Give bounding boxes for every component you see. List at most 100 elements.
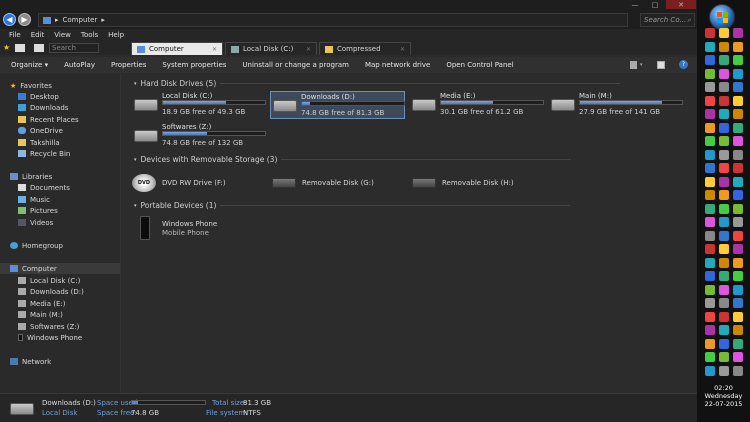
taskbar-app-icon[interactable] (733, 284, 743, 295)
taskbar-app-icon[interactable] (733, 190, 743, 200)
taskbar-app-icon[interactable] (719, 41, 729, 52)
taskbar-app-icon[interactable] (719, 95, 729, 106)
tab-compressed[interactable]: Compressed ✕ (319, 42, 411, 55)
help-icon[interactable]: ? (679, 60, 688, 69)
address-bar[interactable]: ▸ Computer ▸ (38, 13, 628, 27)
removable-disk-item[interactable]: Removable Disk (H:) (412, 174, 514, 192)
taskbar-app-icon[interactable] (733, 217, 743, 227)
taskbar-app-icon[interactable] (719, 325, 729, 335)
quick-search-input[interactable]: Search (49, 43, 99, 53)
drive-item[interactable]: Softwares (Z:) 74.8 GB free of 132 GB (132, 122, 267, 150)
close-tab-icon[interactable]: ✕ (306, 46, 311, 53)
nav-local-disk-c[interactable]: Local Disk (C:) (18, 275, 80, 286)
search-input[interactable]: Search Co... ⌕ (640, 13, 695, 27)
menu-tools[interactable]: Tools (76, 29, 103, 41)
windows-phone-item[interactable]: Windows Phone Mobile Phone (138, 216, 258, 242)
organize-button[interactable]: Organize ▾ (3, 61, 56, 69)
taskbar-app-icon[interactable] (733, 365, 743, 376)
taskbar-app-icon[interactable] (719, 190, 729, 200)
nav-downloads[interactable]: Downloads (18, 102, 68, 113)
taskbar-app-icon[interactable] (719, 284, 729, 295)
nav-recycle-bin[interactable]: Recycle Bin (18, 148, 70, 159)
taskbar-app-icon[interactable] (733, 203, 743, 214)
menu-view[interactable]: View (49, 29, 76, 41)
taskbar-app-icon[interactable] (733, 230, 743, 241)
taskbar-app-icon[interactable] (733, 176, 743, 187)
maximize-button[interactable]: □ (646, 0, 664, 9)
drive-item[interactable]: Media (E:) 30.1 GB free of 61.2 GB (410, 91, 545, 119)
nav-media-e[interactable]: Media (E:) (18, 298, 66, 309)
taskbar-app-icon[interactable] (705, 55, 715, 65)
close-tab-icon[interactable]: ✕ (400, 46, 405, 53)
taskbar-app-icon[interactable] (719, 122, 729, 133)
nav-main-m[interactable]: Main (M:) (18, 309, 63, 320)
taskbar-app-icon[interactable] (705, 122, 715, 133)
map-network-drive-button[interactable]: Map network drive (357, 61, 438, 69)
taskbar-app-icon[interactable] (733, 257, 743, 268)
taskbar-app-icon[interactable] (719, 217, 729, 227)
view-dropdown-icon[interactable]: ▾ (640, 62, 643, 68)
drive-item[interactable]: Local Disk (C:) 18.9 GB free of 49.3 GB (132, 91, 267, 119)
taskbar-app-icon[interactable] (719, 230, 729, 241)
drive-item[interactable]: Main (M:) 27.9 GB free of 141 GB (549, 91, 684, 119)
taskbar-app-icon[interactable] (705, 203, 715, 214)
taskbar-app-icon[interactable] (719, 82, 729, 92)
nav-pictures[interactable]: Pictures (18, 205, 58, 216)
system-properties-button[interactable]: System properties (154, 61, 234, 69)
taskbar-app-icon[interactable] (705, 365, 715, 376)
taskbar-app-icon[interactable] (705, 217, 715, 227)
dvd-drive-item[interactable]: DVD DVD RW Drive (F:) (132, 174, 226, 192)
taskbar-app-icon[interactable] (719, 176, 729, 187)
taskbar-app-icon[interactable] (705, 41, 715, 52)
nav-downloads-d[interactable]: Downloads (D:) (18, 286, 84, 297)
taskbar-app-icon[interactable] (733, 68, 743, 79)
nav-network[interactable]: Network (10, 356, 51, 367)
close-button[interactable]: ✕ (666, 0, 696, 9)
taskbar-app-icon[interactable] (719, 55, 729, 65)
nav-takshilla[interactable]: Takshilla (18, 137, 60, 148)
taskbar-app-icon[interactable] (733, 122, 743, 133)
taskbar-app-icon[interactable] (705, 28, 715, 38)
view-icon[interactable] (630, 61, 637, 69)
taskbar-app-icon[interactable] (705, 82, 715, 92)
taskbar-app-icon[interactable] (705, 352, 715, 362)
back-button[interactable]: ◀ (3, 13, 16, 26)
taskbar-app-icon[interactable] (733, 41, 743, 52)
close-tab-icon[interactable]: ✕ (212, 46, 217, 53)
nav-videos[interactable]: Videos (18, 217, 53, 228)
group-portable-devices[interactable]: ▾ Portable Devices (1) (134, 201, 571, 210)
taskbar-app-icon[interactable] (719, 338, 729, 349)
nav-onedrive[interactable]: OneDrive (18, 125, 63, 136)
taskbar-app-icon[interactable] (705, 284, 715, 295)
taskbar-app-icon[interactable] (705, 68, 715, 79)
taskbar-app-icon[interactable] (705, 311, 715, 322)
taskbar-app-icon[interactable] (719, 149, 729, 160)
taskbar-app-icon[interactable] (719, 271, 729, 281)
nav-favorites[interactable]: ★ Favorites (10, 80, 52, 91)
taskbar-app-icon[interactable] (719, 28, 729, 38)
taskbar-app-icon[interactable] (705, 149, 715, 160)
taskbar-app-icon[interactable] (719, 163, 729, 173)
start-button[interactable] (709, 4, 735, 30)
taskbar-app-icon[interactable] (719, 257, 729, 268)
taskbar-app-icon[interactable] (719, 352, 729, 362)
taskbar-app-icon[interactable] (733, 244, 743, 254)
taskbar-app-icon[interactable] (705, 95, 715, 106)
group-removable-storage[interactable]: ▾ Devices with Removable Storage (3) (134, 155, 572, 164)
taskbar-app-icon[interactable] (733, 149, 743, 160)
nav-windows-phone[interactable]: Windows Phone (18, 332, 82, 343)
taskbar-app-icon[interactable] (733, 28, 743, 38)
taskbar-app-icon[interactable] (705, 298, 715, 308)
taskbar-app-icon[interactable] (705, 338, 715, 349)
taskbar-app-icon[interactable] (719, 365, 729, 376)
open-control-panel-button[interactable]: Open Control Panel (438, 61, 521, 69)
taskbar-app-icon[interactable] (719, 203, 729, 214)
nav-music[interactable]: Music (18, 194, 50, 205)
drive-item[interactable]: Downloads (D:) 74.8 GB free of 81.3 GB (270, 91, 405, 119)
menu-edit[interactable]: Edit (26, 29, 50, 41)
taskbar-app-icon[interactable] (705, 230, 715, 241)
uninstall-button[interactable]: Uninstall or change a program (234, 61, 357, 69)
nav-documents[interactable]: Documents (18, 182, 70, 193)
taskbar-app-icon[interactable] (705, 176, 715, 187)
minimize-button[interactable]: — (626, 0, 644, 9)
